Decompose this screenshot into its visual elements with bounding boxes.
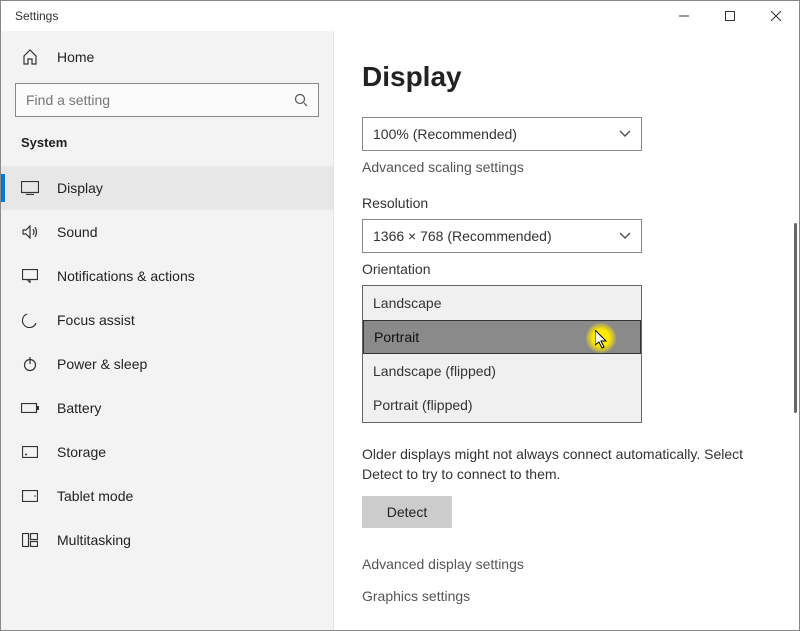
- sidebar-item-label: Multitasking: [57, 532, 131, 548]
- sidebar-item-battery[interactable]: Battery: [1, 386, 333, 430]
- sidebar: Home System Display: [1, 31, 334, 630]
- orientation-option-portrait[interactable]: Portrait: [363, 320, 641, 354]
- scale-value: 100% (Recommended): [373, 126, 517, 142]
- sidebar-item-storage[interactable]: Storage: [1, 430, 333, 474]
- advanced-scaling-link[interactable]: Advanced scaling settings: [362, 159, 771, 175]
- cursor-highlight: [586, 323, 616, 353]
- page-title: Display: [362, 61, 771, 93]
- home-label: Home: [57, 49, 94, 65]
- sidebar-item-label: Storage: [57, 444, 106, 460]
- orientation-dropdown[interactable]: Landscape Portrait Landscape (flipped) P…: [362, 285, 642, 423]
- sidebar-item-tablet-mode[interactable]: Tablet mode: [1, 474, 333, 518]
- resolution-value: 1366 × 768 (Recommended): [373, 228, 552, 244]
- advanced-display-link[interactable]: Advanced display settings: [362, 556, 771, 572]
- multitasking-icon: [21, 533, 39, 547]
- home-nav[interactable]: Home: [1, 37, 333, 77]
- search-icon: [294, 93, 308, 107]
- detect-button[interactable]: Detect: [362, 496, 452, 528]
- orientation-option-landscape[interactable]: Landscape: [363, 286, 641, 320]
- storage-icon: [21, 446, 39, 458]
- sound-icon: [21, 225, 39, 239]
- sidebar-item-label: Power & sleep: [57, 356, 147, 372]
- focus-assist-icon: [21, 312, 39, 328]
- sidebar-item-sound[interactable]: Sound: [1, 210, 333, 254]
- cursor-icon: [595, 330, 609, 350]
- search-input-wrapper[interactable]: [15, 83, 319, 117]
- close-button[interactable]: [753, 1, 799, 31]
- search-input[interactable]: [26, 92, 294, 108]
- vertical-scrollbar[interactable]: [794, 223, 797, 413]
- sidebar-item-power-sleep[interactable]: Power & sleep: [1, 342, 333, 386]
- minimize-button[interactable]: [661, 1, 707, 31]
- sidebar-item-focus-assist[interactable]: Focus assist: [1, 298, 333, 342]
- sidebar-item-label: Battery: [57, 400, 101, 416]
- display-icon: [21, 181, 39, 195]
- window-title: Settings: [15, 9, 58, 23]
- battery-icon: [21, 403, 39, 413]
- tablet-icon: [21, 490, 39, 502]
- detect-description: Older displays might not always connect …: [362, 445, 771, 484]
- main-panel: Display 100% (Recommended) Advanced scal…: [334, 31, 799, 630]
- graphics-settings-link[interactable]: Graphics settings: [362, 588, 771, 604]
- group-title: System: [1, 131, 333, 158]
- sidebar-item-display[interactable]: Display: [1, 166, 333, 210]
- orientation-label: Orientation: [362, 261, 771, 277]
- home-icon: [21, 49, 39, 65]
- nav-list: Display Sound Notifications & actions: [1, 166, 333, 562]
- maximize-button[interactable]: [707, 1, 753, 31]
- sidebar-item-label: Sound: [57, 224, 97, 240]
- sidebar-item-label: Tablet mode: [57, 488, 133, 504]
- sidebar-item-label: Display: [57, 180, 103, 196]
- scale-select[interactable]: 100% (Recommended): [362, 117, 642, 151]
- resolution-label: Resolution: [362, 195, 771, 211]
- window-controls: [661, 1, 799, 31]
- orientation-option-landscape-flipped[interactable]: Landscape (flipped): [363, 354, 641, 388]
- resolution-select[interactable]: 1366 × 768 (Recommended): [362, 219, 642, 253]
- content-area: Home System Display: [1, 31, 799, 630]
- sidebar-item-label: Focus assist: [57, 312, 135, 328]
- sidebar-item-notifications[interactable]: Notifications & actions: [1, 254, 333, 298]
- titlebar: Settings: [1, 1, 799, 31]
- orientation-option-portrait-flipped[interactable]: Portrait (flipped): [363, 388, 641, 422]
- chevron-down-icon: [619, 232, 631, 240]
- sidebar-item-multitasking[interactable]: Multitasking: [1, 518, 333, 562]
- chevron-down-icon: [619, 130, 631, 138]
- notifications-icon: [21, 269, 39, 283]
- power-icon: [21, 356, 39, 372]
- sidebar-item-label: Notifications & actions: [57, 268, 195, 284]
- settings-window: Settings Home: [0, 0, 800, 631]
